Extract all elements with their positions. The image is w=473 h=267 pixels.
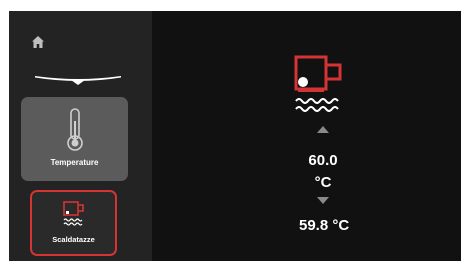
cup-warmer-icon	[294, 55, 342, 112]
sidebar-item-label: Temperature	[50, 158, 99, 167]
sidebar-item-temperature[interactable]: Temperature	[21, 97, 128, 181]
sidebar-item-label: Scaldatazze	[52, 235, 95, 244]
current-temperature: 59.8 °C	[299, 217, 350, 234]
sidebar: Temperature Scaldatazze	[9, 11, 152, 261]
setpoint-unit: °C	[314, 174, 332, 191]
app-screen: Temperature Scaldatazze 60.0 °C 59.8 °C	[9, 11, 461, 261]
thermometer-icon	[67, 108, 83, 151]
increase-arrow-icon[interactable]	[317, 126, 329, 133]
decrease-arrow-icon[interactable]	[317, 197, 329, 204]
sidebar-item-scaldatazze[interactable]: Scaldatazze	[30, 190, 117, 256]
divider-ornament	[35, 76, 121, 85]
setpoint-value: 60.0	[308, 152, 338, 169]
home-icon[interactable]	[31, 35, 45, 49]
cup-warmer-icon	[63, 201, 84, 226]
